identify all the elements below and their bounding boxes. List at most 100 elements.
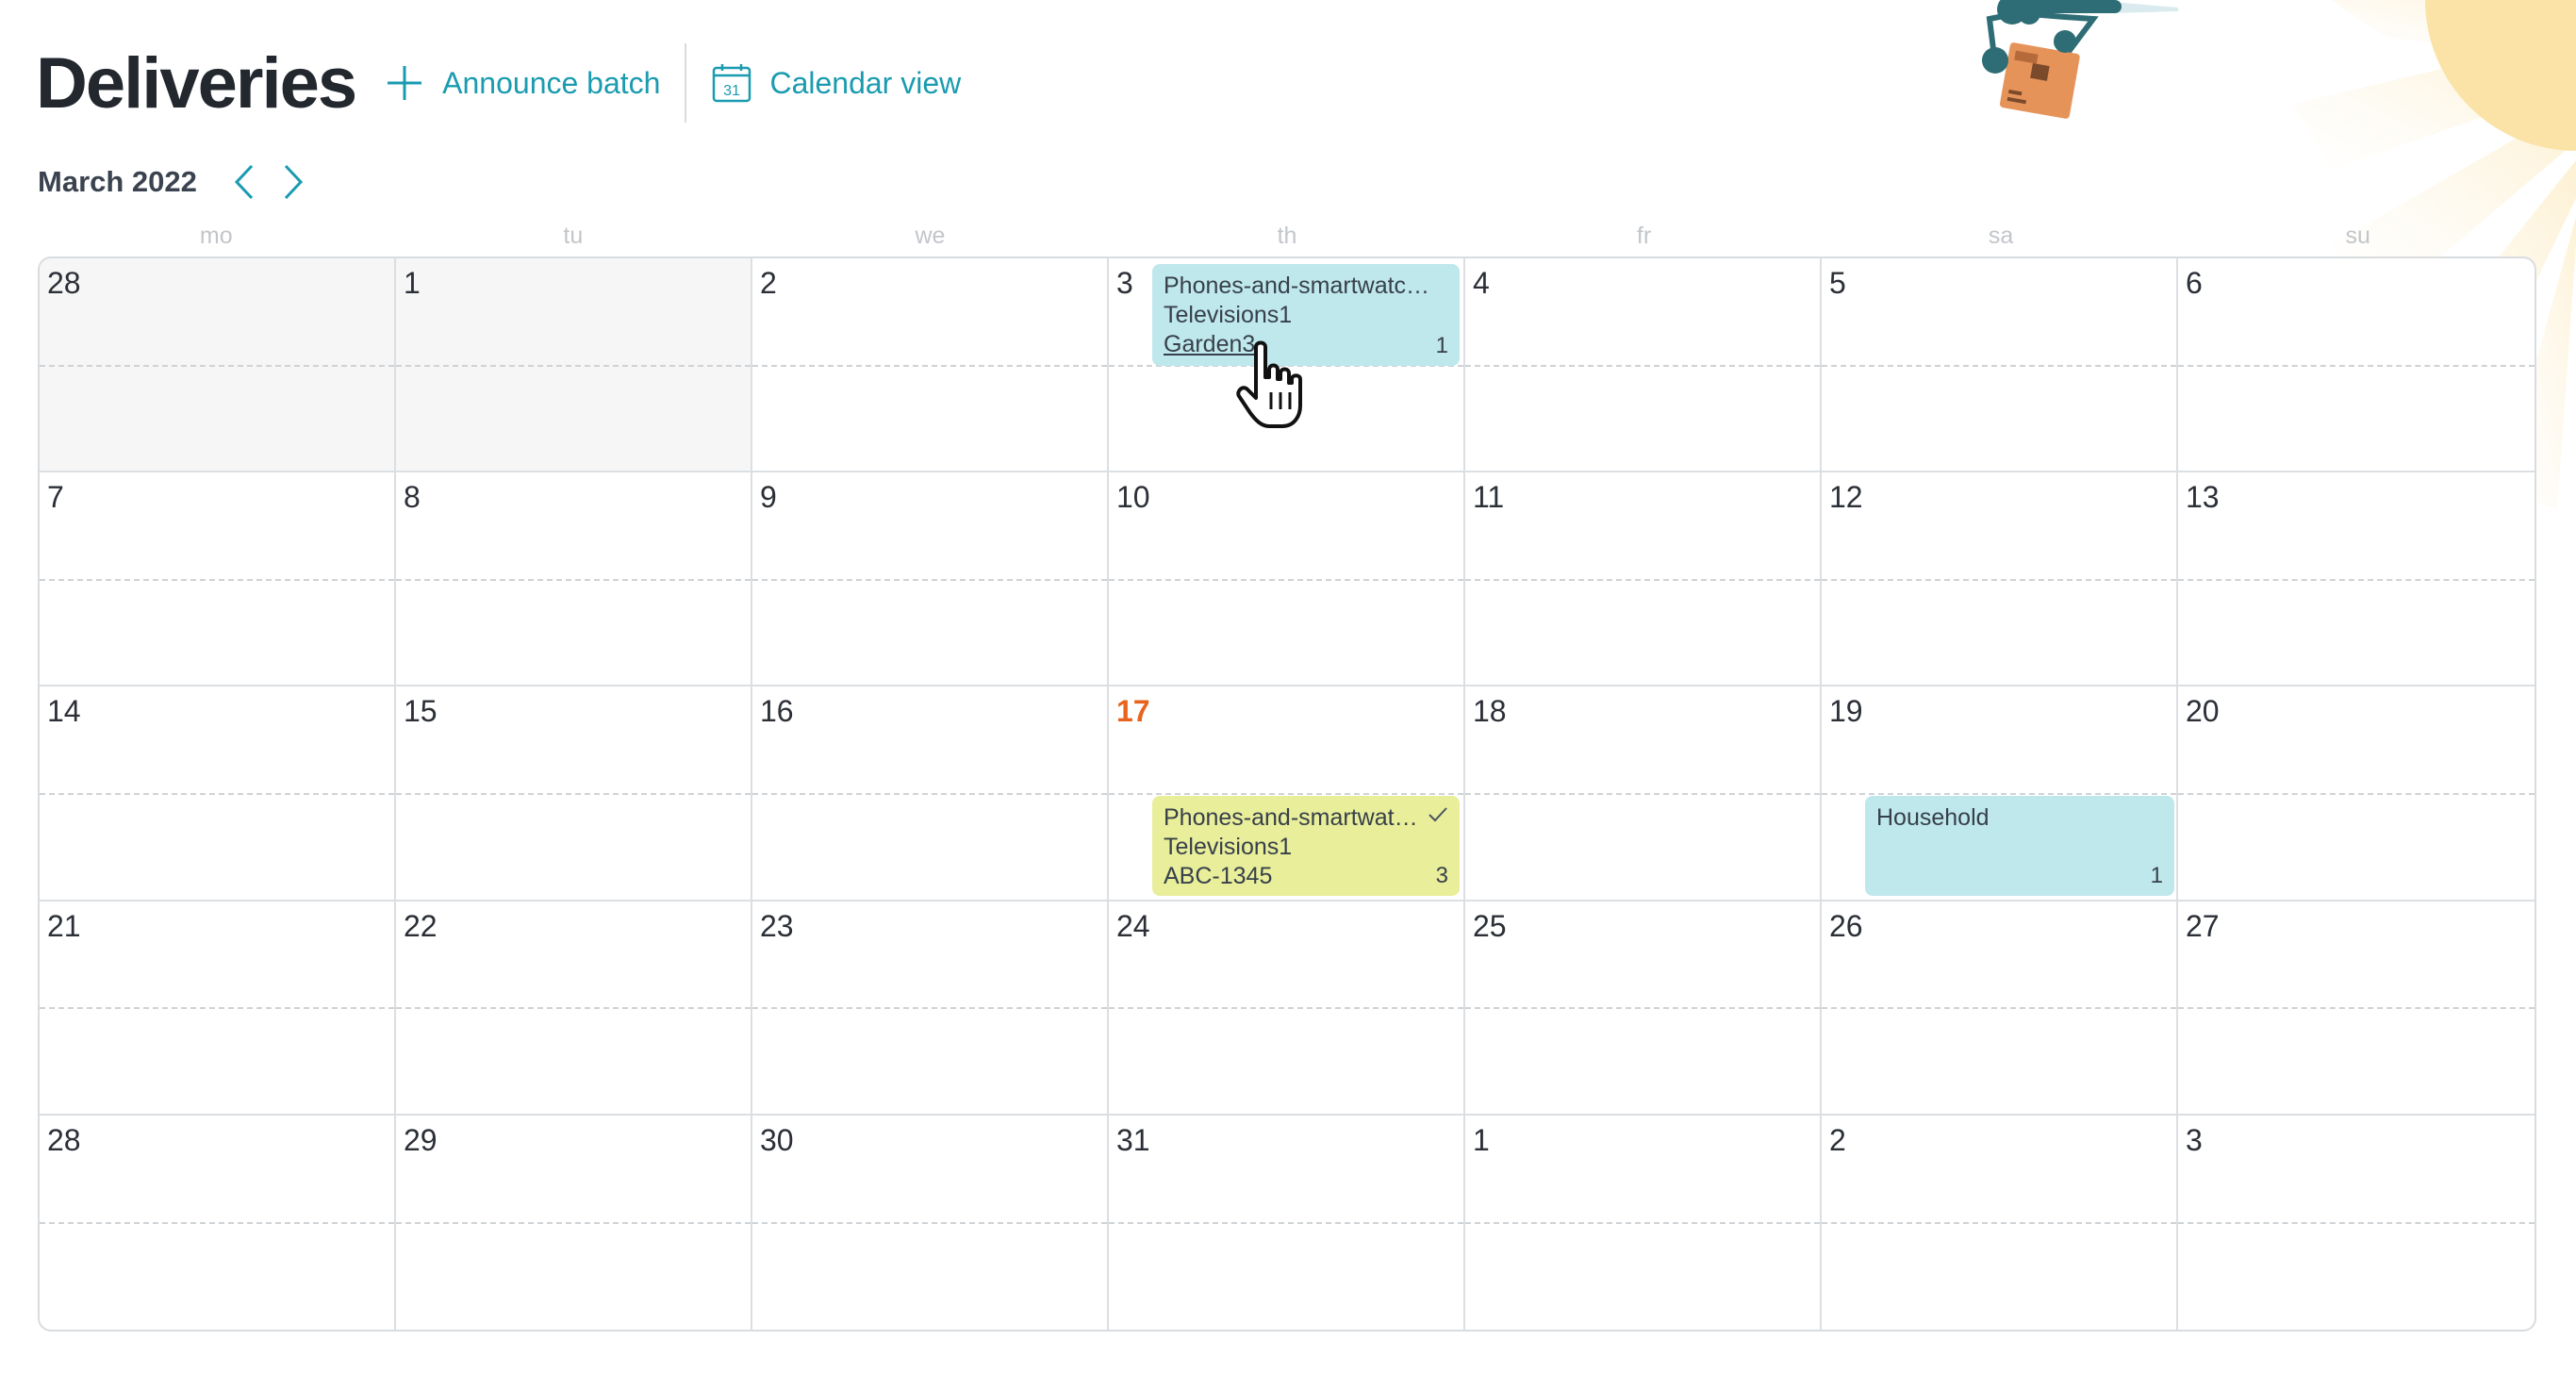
cell-divider xyxy=(40,792,394,795)
calendar-view-label: Calendar view xyxy=(769,65,962,100)
day-number: 10 xyxy=(1116,480,1150,515)
day-cell[interactable]: 25 xyxy=(1465,901,1822,1116)
cell-divider xyxy=(40,364,394,367)
day-cell[interactable]: 16 xyxy=(752,686,1109,902)
day-cell[interactable]: 21 xyxy=(40,901,396,1116)
delivery-link[interactable]: Garden3 xyxy=(1164,330,1448,359)
announce-batch-label: Announce batch xyxy=(442,65,661,100)
next-month-button[interactable] xyxy=(269,158,316,206)
day-number: 20 xyxy=(2186,694,2220,729)
day-cell[interactable]: 12 xyxy=(1822,472,2178,687)
month-navigation: March 2022 xyxy=(38,158,316,206)
cell-divider xyxy=(396,578,751,581)
calendar-grid: 28 1 2 3 Phones-and-smartwatc… Televisio… xyxy=(38,256,2536,1332)
weekday-tu: tu xyxy=(563,223,584,249)
day-cell[interactable]: 6 xyxy=(2178,258,2535,473)
day-number: 28 xyxy=(47,1122,81,1157)
day-number: 15 xyxy=(404,694,438,729)
day-cell[interactable]: 30 xyxy=(752,1115,1109,1330)
day-number: 24 xyxy=(1116,908,1150,943)
page-header: Deliveries Announce batch 31 Calendar vi… xyxy=(36,26,961,140)
day-cell[interactable]: 1 xyxy=(396,258,752,473)
plus-icon xyxy=(384,62,425,104)
day-cell[interactable]: 29 xyxy=(396,1115,752,1330)
day-number: 4 xyxy=(1473,266,1490,300)
day-cell[interactable]: 2 xyxy=(752,258,1109,473)
day-cell[interactable]: 19 Household 1 xyxy=(1822,686,2178,902)
day-cell[interactable]: 9 xyxy=(752,472,1109,687)
cell-divider xyxy=(1465,578,1820,581)
day-cell[interactable]: 28 xyxy=(40,1115,396,1330)
cell-divider xyxy=(396,364,751,367)
day-number: 27 xyxy=(2186,908,2220,943)
day-number: 3 xyxy=(2186,1122,2203,1157)
delivery-card-completed[interactable]: Phones-and-smartwatc… Televisions1 ABC-1… xyxy=(1152,796,1460,897)
day-cell[interactable]: 24 xyxy=(1109,901,1465,1116)
day-cell[interactable]: 27 xyxy=(2178,902,2535,1116)
cell-divider xyxy=(2178,1222,2535,1225)
day-cell[interactable]: 10 xyxy=(1109,472,1465,687)
day-cell[interactable]: 20 xyxy=(2178,686,2535,902)
day-cell[interactable]: 3 xyxy=(2178,1116,2535,1330)
month-label: March 2022 xyxy=(38,165,197,198)
day-cell[interactable]: 28 xyxy=(40,258,396,473)
calendar-view-button[interactable]: 31 Calendar view xyxy=(711,55,961,111)
delivery-line: ABC-1345 xyxy=(1164,863,1273,890)
day-number: 12 xyxy=(1829,480,1863,515)
page-title: Deliveries xyxy=(36,42,357,124)
day-cell[interactable]: 5 xyxy=(1822,258,2178,473)
day-cell[interactable]: 22 xyxy=(396,901,752,1116)
chevron-left-icon xyxy=(234,164,253,200)
delivery-line: Televisions1 xyxy=(1164,834,1293,861)
day-cell[interactable]: 4 xyxy=(1465,258,1822,473)
check-icon xyxy=(1428,802,1448,831)
day-number: 6 xyxy=(2186,266,2203,300)
weekday-su: su xyxy=(2345,223,2370,249)
day-cell[interactable]: 8 xyxy=(396,472,752,687)
day-cell[interactable]: 14 xyxy=(40,686,396,902)
day-number: 31 xyxy=(1116,1122,1150,1157)
cell-divider xyxy=(1109,1222,1463,1225)
delivery-card[interactable]: Phones-and-smartwatc… Televisions1 Garde… xyxy=(1152,264,1460,366)
prev-month-button[interactable] xyxy=(222,158,269,206)
day-cell[interactable]: 15 xyxy=(396,686,752,902)
cell-divider xyxy=(1822,1222,2176,1225)
day-number: 1 xyxy=(1473,1122,1490,1157)
delivery-count: 3 xyxy=(1435,863,1448,889)
day-cell[interactable]: 13 xyxy=(2178,472,2535,687)
day-number: 14 xyxy=(47,694,81,729)
day-number: 7 xyxy=(47,480,64,515)
weekday-fr: fr xyxy=(1636,223,1652,249)
cell-divider xyxy=(1109,1007,1463,1010)
cell-divider xyxy=(1822,364,2176,367)
weekday-we: we xyxy=(915,223,946,249)
delivery-card[interactable]: Household 1 xyxy=(1865,796,2174,897)
weekday-th: th xyxy=(1277,223,1297,249)
cell-divider xyxy=(2178,1007,2535,1010)
header-divider xyxy=(685,43,687,123)
day-cell[interactable]: 7 xyxy=(40,472,396,687)
day-cell[interactable]: 26 xyxy=(1822,901,2178,1116)
day-cell[interactable]: 2 xyxy=(1822,1115,2178,1330)
cell-divider xyxy=(40,578,394,581)
weekday-sa: sa xyxy=(1988,223,2014,249)
day-number: 23 xyxy=(760,908,794,943)
day-number: 29 xyxy=(404,1122,438,1157)
cell-divider xyxy=(2178,792,2535,795)
day-cell[interactable]: 31 xyxy=(1109,1115,1465,1330)
day-number: 28 xyxy=(47,266,81,300)
day-cell[interactable]: 23 xyxy=(752,901,1109,1116)
cell-divider xyxy=(1465,792,1820,795)
day-number: 18 xyxy=(1473,694,1507,729)
announce-batch-button[interactable]: Announce batch xyxy=(384,55,660,111)
cell-divider xyxy=(1465,364,1820,367)
day-cell[interactable]: 3 Phones-and-smartwatc… Televisions1 Gar… xyxy=(1109,258,1465,473)
cell-divider xyxy=(396,1222,751,1225)
day-number: 19 xyxy=(1829,694,1863,729)
day-cell[interactable]: 1 xyxy=(1465,1115,1822,1330)
cell-divider xyxy=(1465,1222,1820,1225)
day-cell-today[interactable]: 17 Phones-and-smartwatc… Televisions1 AB… xyxy=(1109,686,1465,902)
day-cell[interactable]: 11 xyxy=(1465,472,1822,687)
day-cell[interactable]: 18 xyxy=(1465,686,1822,902)
day-number: 21 xyxy=(47,908,81,943)
